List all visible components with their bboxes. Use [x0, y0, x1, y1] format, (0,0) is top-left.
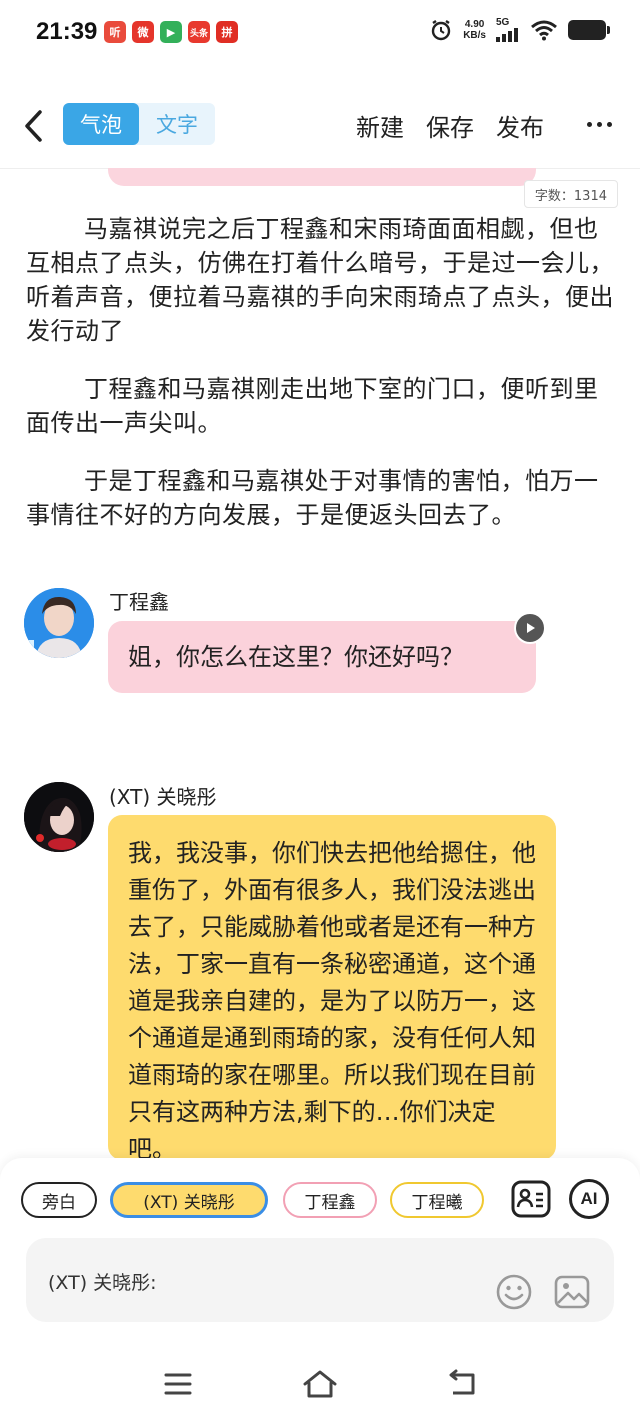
ai-button[interactable]: AI [569, 1179, 609, 1219]
menu-button[interactable] [158, 1366, 198, 1402]
battery-icon [568, 20, 610, 40]
avatar[interactable] [24, 782, 94, 852]
network-speed: 4.90 KB/s [463, 19, 486, 41]
tab-text-mode[interactable]: 文字 [139, 103, 215, 145]
word-count-badge: 字数：1314 [523, 180, 618, 208]
signal-indicator: 5G [496, 18, 520, 42]
network-speed-unit: KB/s [463, 30, 486, 41]
tab-bubble-mode[interactable]: 气泡 [63, 103, 139, 145]
input-speaker-prefix: (XT) 关晓彤: [48, 1272, 157, 1294]
play-audio-button[interactable] [514, 612, 546, 644]
publish-button[interactable]: 发布 [496, 108, 544, 143]
message-bubble[interactable]: 姐，你怎么在这里？你还好吗？ [108, 621, 536, 693]
status-time: 21:39 [36, 18, 98, 45]
system-back-button[interactable] [442, 1366, 482, 1402]
save-button[interactable]: 保存 [426, 108, 474, 143]
narration-paragraph[interactable]: 于是丁程鑫和马嘉祺处于对事情的害怕，怕万一事情往不好的方向发展，于是便返头回去了… [26, 464, 616, 532]
input-panel: 旁白 (XT) 关晓彤 丁程鑫 丁程曦 AI (XT) 关晓彤: [0, 1158, 640, 1348]
back-button[interactable] [18, 106, 48, 146]
wifi-icon [531, 20, 557, 41]
ai-icon: AI [580, 1189, 598, 1208]
role-chip-dingchengxin[interactable]: 丁程鑫 [283, 1182, 377, 1218]
emoji-button[interactable] [496, 1274, 532, 1310]
signal-bars-icon [496, 28, 518, 42]
more-horizontal-icon[interactable] [587, 122, 612, 127]
message-input[interactable]: (XT) 关晓彤: [26, 1238, 614, 1322]
pinduoduo-app-icon: 拼 [216, 21, 238, 43]
status-indicators: 4.90 KB/s 5G [429, 18, 610, 42]
status-bar: 21:39 听 微 ▶ 头条 拼 4.90 KB/s 5G [0, 0, 640, 70]
back-icon [449, 1369, 475, 1395]
home-icon [303, 1370, 337, 1398]
chevron-left-icon [25, 110, 42, 142]
system-nav-bar [0, 1348, 640, 1422]
image-button[interactable] [554, 1274, 590, 1310]
narration-paragraph[interactable]: 丁程鑫和马嘉祺刚走出地下室的门口，便听到里面传出一声尖叫。 [26, 372, 616, 440]
narration-paragraph[interactable]: 马嘉祺说完之后丁程鑫和宋雨琦面面相觑，但也互相点了点头，仿佛在打着什么暗号，于是… [26, 212, 616, 348]
previous-bubble-edge [108, 168, 536, 186]
status-app-icons: 听 微 ▶ 头条 拼 [104, 21, 238, 43]
home-button[interactable] [300, 1366, 340, 1402]
network-type: 5G [496, 17, 510, 28]
role-chip-narrator[interactable]: 旁白 [21, 1182, 97, 1218]
role-chip-guanxiaotong[interactable]: (XT) 关晓彤 [110, 1182, 268, 1218]
mode-switch: 气泡 文字 [63, 103, 215, 145]
image-icon [554, 1275, 590, 1309]
toolbar-actions: 新建 保存 发布 [356, 108, 544, 143]
ting-app-icon: 听 [104, 21, 126, 43]
role-list-button[interactable] [511, 1179, 551, 1219]
play-icon [527, 623, 535, 633]
avatar[interactable] [24, 588, 94, 658]
speaker-name: 丁程鑫 [109, 590, 169, 614]
alarm-icon [432, 20, 451, 41]
network-speed-value: 4.90 [464, 19, 485, 30]
message-bubble[interactable]: 我，我没事，你们快去把他给摁住，他重伤了，外面有很多人，我们没法逃出去了，只能威… [108, 815, 556, 1163]
contact-card-icon [511, 1180, 551, 1218]
emoji-icon [496, 1274, 532, 1310]
editor-toolbar: 气泡 文字 新建 保存 发布 [0, 96, 640, 158]
avatar-dingchengxin-image [24, 588, 94, 658]
role-chip-dingchengxi[interactable]: 丁程曦 [390, 1182, 484, 1218]
speaker-name: (XT) 关晓彤 [109, 785, 217, 809]
avatar-guanxiaotong-image [24, 782, 94, 852]
new-button[interactable]: 新建 [356, 108, 404, 143]
menu-icon [164, 1373, 192, 1395]
weibo-app-icon: 微 [132, 21, 154, 43]
toutiao-app-icon: 头条 [188, 21, 210, 43]
video-app-icon: ▶ [160, 21, 182, 43]
